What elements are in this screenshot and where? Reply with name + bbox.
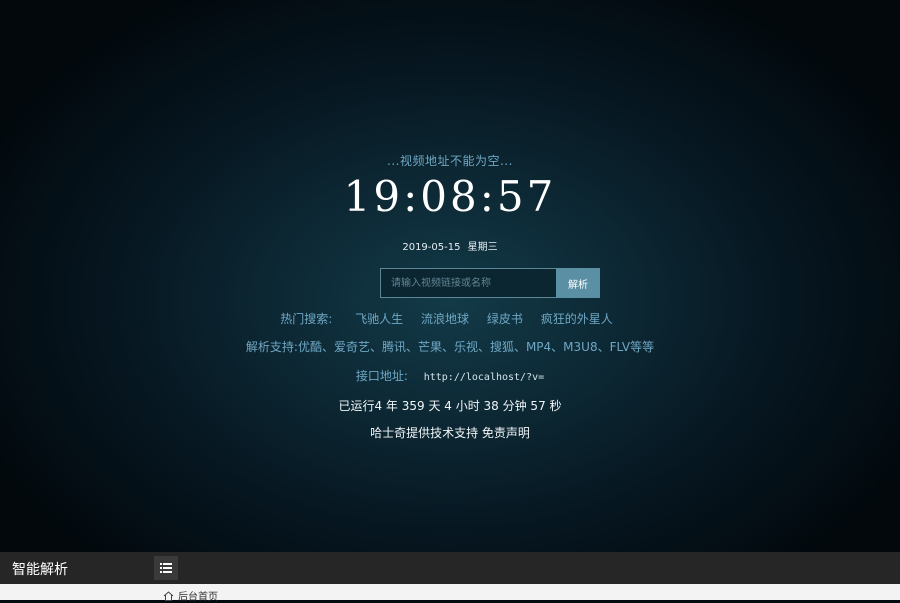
support-label: 解析支持: bbox=[245, 340, 298, 354]
credit-text: 哈士奇提供技术支持 bbox=[370, 426, 479, 440]
disclaimer-link[interactable]: 免责声明 bbox=[482, 426, 530, 440]
admin-topbar: 智能解析 bbox=[0, 552, 900, 584]
brand-title: 智能解析 bbox=[12, 562, 68, 578]
empty-url-notice: ...视频地址不能为空... bbox=[387, 154, 513, 168]
hot-search-item[interactable]: 疯狂的外星人 bbox=[541, 312, 613, 326]
tab-home[interactable]: 后台首页 bbox=[163, 588, 218, 603]
credit-line: 哈士奇提供技术支持 免责声明 bbox=[0, 424, 900, 441]
menu-list-icon bbox=[160, 563, 172, 573]
clock: 19:08:57 bbox=[343, 172, 557, 221]
hot-search-item[interactable]: 流浪地球 bbox=[421, 312, 469, 326]
tab-home-label: 后台首页 bbox=[178, 592, 218, 603]
video-url-input[interactable] bbox=[380, 268, 556, 298]
hot-search-label: 热门搜索: bbox=[280, 312, 333, 326]
home-icon bbox=[163, 590, 174, 601]
date-line: 2019-05-15 星期三 bbox=[0, 238, 900, 253]
hero-section: ...视频地址不能为空... 19:08:57 2019-05-15 星期三 解… bbox=[0, 0, 900, 552]
hot-search-row: 热门搜索: 飞驰人生 流浪地球 绿皮书 疯狂的外星人 bbox=[0, 310, 900, 327]
support-text: 优酷、爱奇艺、腾讯、芒果、乐视、搜狐、MP4、M3U8、FLV等等 bbox=[297, 340, 655, 354]
menu-toggle-button[interactable] bbox=[154, 556, 178, 580]
parse-button[interactable]: 解析 bbox=[556, 268, 600, 298]
date-value: 2019-05-15 bbox=[402, 242, 461, 253]
hot-search-item[interactable]: 绿皮书 bbox=[487, 312, 523, 326]
api-row: 接口地址: http://localhost/?v= bbox=[0, 367, 900, 384]
search-bar: 解析 bbox=[380, 268, 600, 298]
api-label: 接口地址: bbox=[355, 369, 408, 383]
weekday: 星期三 bbox=[467, 242, 498, 253]
hot-search-item[interactable]: 飞驰人生 bbox=[355, 312, 403, 326]
uptime-text: 已运行4 年 359 天 4 小时 38 分钟 57 秒 bbox=[338, 399, 562, 413]
tab-bar bbox=[0, 584, 900, 600]
api-url: http://localhost/?v= bbox=[423, 372, 545, 383]
support-row: 解析支持:优酷、爱奇艺、腾讯、芒果、乐视、搜狐、MP4、M3U8、FLV等等 bbox=[0, 338, 900, 355]
